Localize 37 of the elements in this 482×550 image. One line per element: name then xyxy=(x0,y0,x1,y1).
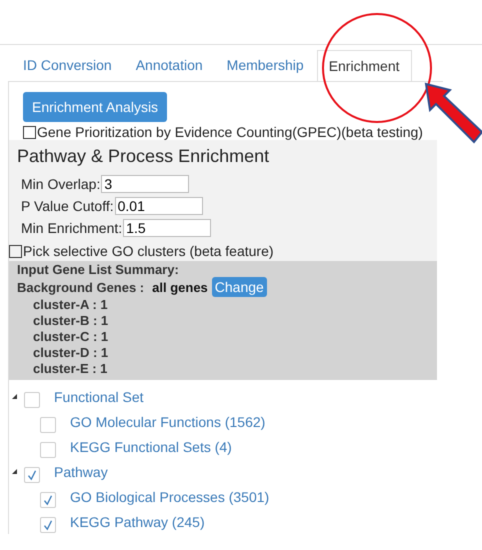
tree-item[interactable]: GO Molecular Functions (1562) xyxy=(70,414,266,430)
check-icon xyxy=(41,518,55,532)
tree-item[interactable]: GO Biological Processes (3501) xyxy=(70,488,270,504)
field-label: Min Overlap: xyxy=(21,176,100,192)
arrow-annotation xyxy=(424,82,482,144)
background-value: all genes xyxy=(152,280,208,294)
cluster-count: cluster-C : 1 xyxy=(32,329,110,345)
cluster-count: cluster-E : 1 xyxy=(32,361,108,377)
cluster-count: cluster-B : 1 xyxy=(32,313,110,329)
cluster-count: cluster-A : 1 xyxy=(32,297,109,313)
change-button[interactable]: Change xyxy=(212,277,267,297)
background-label: Background Genes : xyxy=(17,280,144,294)
tab[interactable]: ID Conversion xyxy=(12,50,123,81)
input-field[interactable]: 1.5 xyxy=(123,219,212,237)
enrichment-analysis-button[interactable]: Enrichment Analysis xyxy=(23,92,168,122)
tree-item[interactable]: KEGG Functional Sets (4) xyxy=(70,438,232,454)
check-icon xyxy=(25,468,39,482)
summary-title: Input Gene List Summary: xyxy=(17,262,180,277)
tree-item[interactable]: KEGG Pathway (245) xyxy=(70,514,205,530)
checkbox-label: Pick selective GO clusters (beta feature) xyxy=(23,243,274,259)
tab[interactable]: Membership xyxy=(216,50,315,81)
checkbox-label: Gene Prioritization by Evidence Counting(GPEC)(beta testing) xyxy=(37,124,423,140)
expand-toggle-icon[interactable] xyxy=(12,469,17,474)
checkbox[interactable] xyxy=(23,126,36,138)
check-icon xyxy=(41,492,55,506)
tab[interactable]: Enrichment xyxy=(316,50,412,81)
input-field[interactable]: 3 xyxy=(101,175,190,193)
tree-item[interactable]: Pathway xyxy=(54,464,108,480)
field-label: P Value Cutoff: xyxy=(21,198,114,214)
field-label: Min Enrichment: xyxy=(21,220,122,236)
expand-toggle-icon[interactable] xyxy=(12,394,17,399)
input-field[interactable]: 0.01 xyxy=(114,197,203,215)
tree-item[interactable]: Functional Set xyxy=(54,388,144,404)
checkbox[interactable] xyxy=(9,244,22,258)
cluster-count: cluster-D : 1 xyxy=(32,345,110,361)
tab[interactable]: Annotation xyxy=(124,50,214,81)
section-title: Pathway & Process Enrichment xyxy=(17,146,270,167)
